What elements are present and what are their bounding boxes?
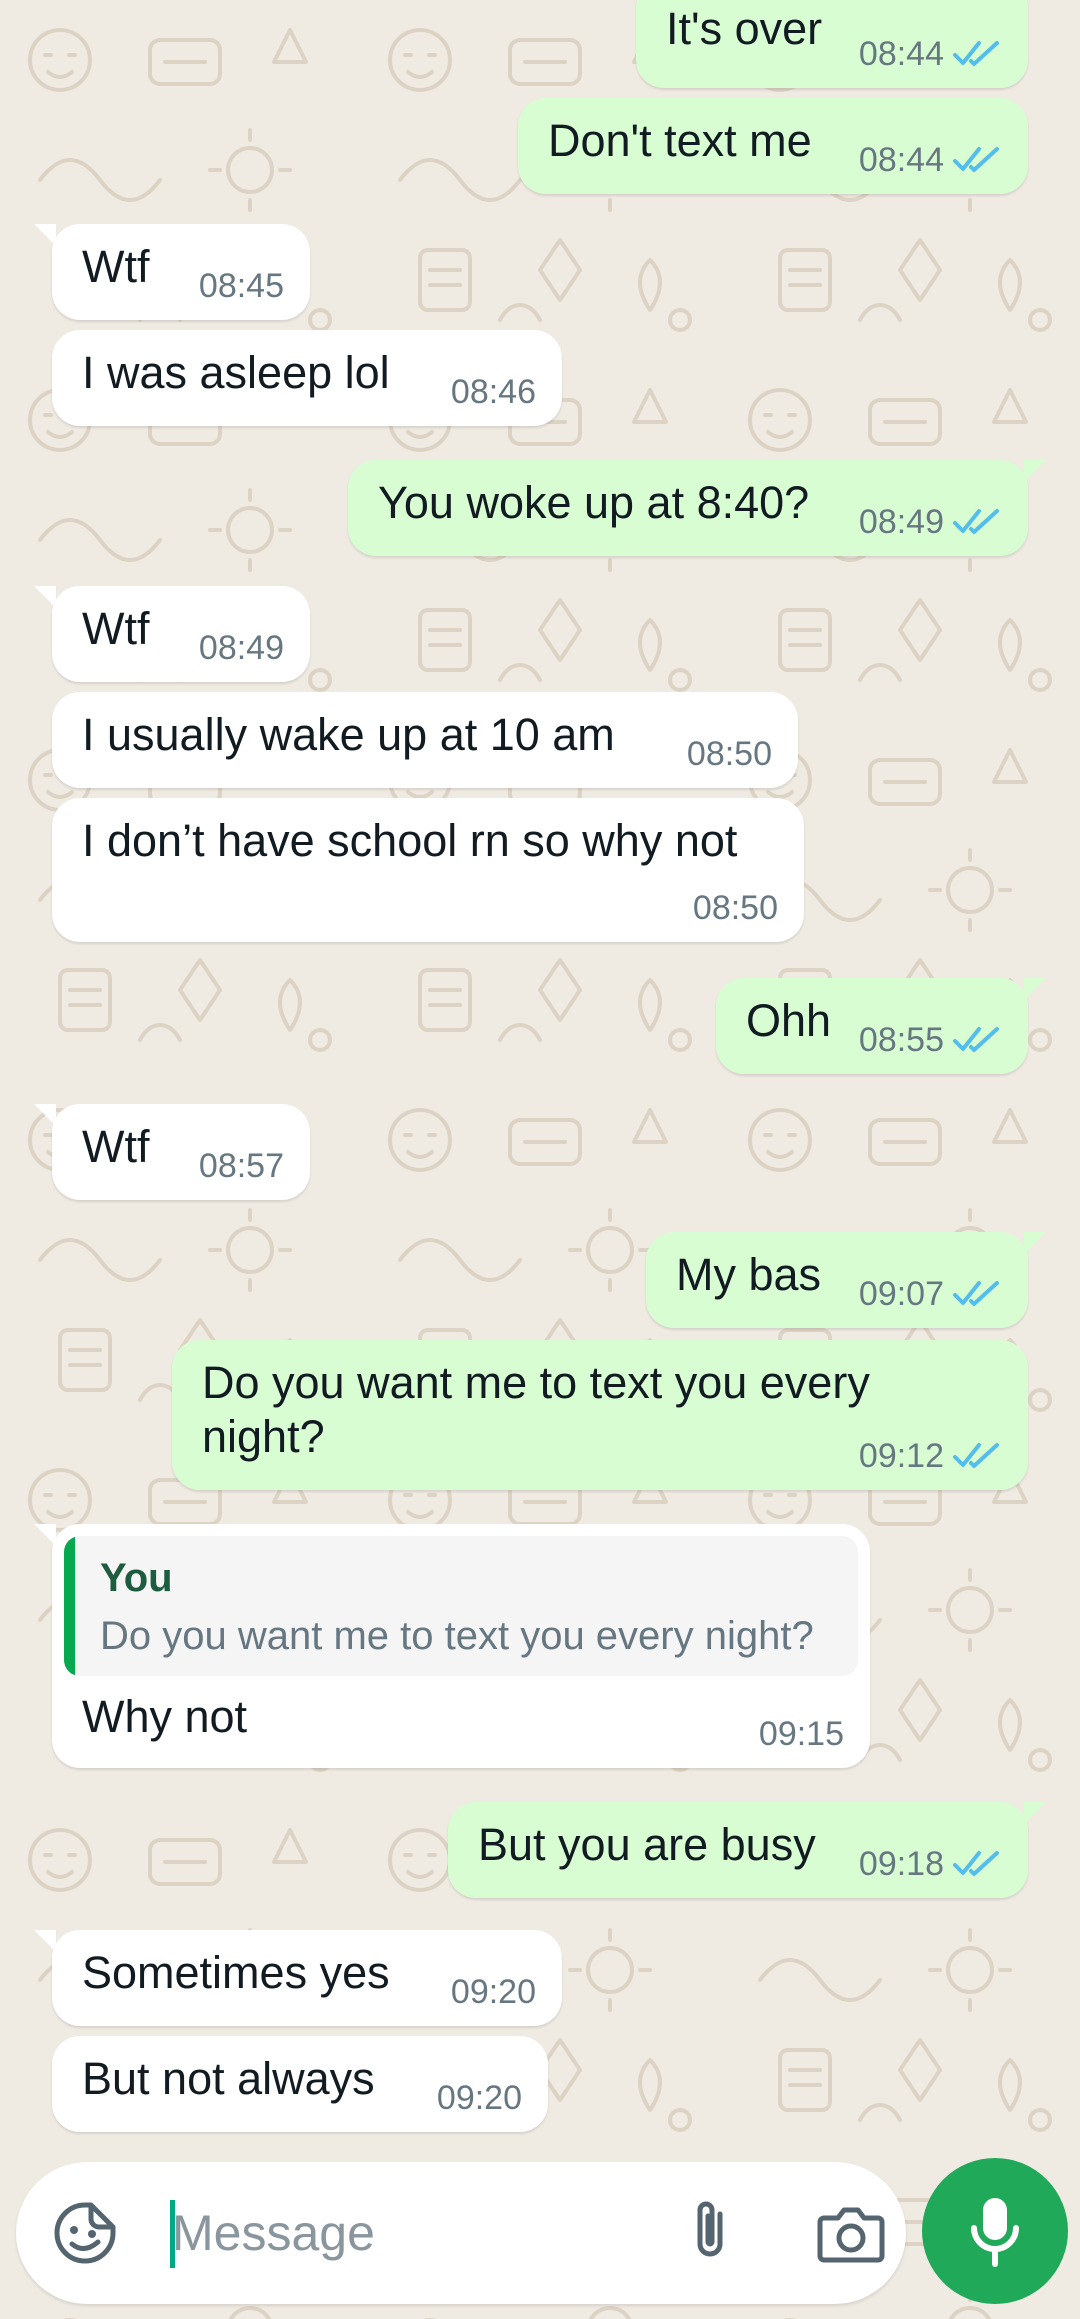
message-time: 08:45: [198, 267, 284, 305]
message-meta: 08:55: [859, 1020, 1002, 1060]
outgoing-message[interactable]: Don't text me 08:44: [518, 98, 1028, 194]
incoming-message[interactable]: I don’t have school rn so why not 08:50: [52, 798, 804, 942]
message-meta: 08:50: [687, 734, 772, 774]
incoming-message[interactable]: Wtf 08:49: [34, 586, 310, 682]
quote-text: Do you want me to text you every night?: [100, 1614, 814, 1658]
message-meta: 08:46: [451, 372, 536, 412]
message-meta: 09:20: [451, 1972, 536, 2012]
incoming-message[interactable]: Wtf 08:45: [34, 224, 310, 320]
outgoing-message[interactable]: But you are busy 09:18: [448, 1802, 1046, 1898]
message-meta: 08:44: [859, 34, 1002, 74]
message-text: You woke up at 8:40?: [378, 477, 810, 528]
read-receipt-double-tick-icon: [953, 1443, 999, 1468]
message-time: 08:44: [858, 141, 944, 179]
message-time: 08:44: [858, 35, 944, 73]
incoming-message[interactable]: But not always 09:20: [52, 2036, 548, 2132]
voice-message-button[interactable]: [922, 2158, 1068, 2304]
message-meta: 09:18: [859, 1844, 1002, 1884]
message-text: I usually wake up at 10 am: [82, 709, 615, 760]
incoming-message[interactable]: Sometimes yes 09:20: [34, 1930, 562, 2026]
message-time: 08:50: [686, 735, 772, 773]
message-meta: 08:57: [199, 1146, 284, 1186]
message-text: I don’t have school rn so why not: [82, 815, 738, 866]
message-text: My bas: [676, 1249, 822, 1300]
incoming-message-reply[interactable]: You Do you want me to text you every nig…: [34, 1524, 870, 1768]
message-time: 08:55: [858, 1021, 944, 1059]
message-time: 08:57: [198, 1147, 284, 1185]
message-input[interactable]: [172, 2192, 632, 2274]
quoted-message[interactable]: You Do you want me to text you every nig…: [64, 1536, 858, 1676]
message-time: 09:12: [858, 1437, 944, 1475]
incoming-message[interactable]: Wtf 08:57: [34, 1104, 310, 1200]
outgoing-message[interactable]: Do you want me to text you every night? …: [172, 1340, 1028, 1490]
read-receipt-double-tick-icon: [953, 147, 999, 172]
message-text: Why not: [82, 1691, 248, 1742]
microphone-icon: [971, 2198, 1019, 2267]
message-meta: 08:50: [693, 888, 778, 928]
message-text: I was asleep lol: [82, 347, 390, 398]
message-meta: 09:12: [859, 1436, 1002, 1476]
read-receipt-double-tick-icon: [953, 1851, 999, 1876]
message-text: Ohh: [746, 995, 832, 1046]
message-time: 09:07: [858, 1275, 944, 1313]
message-text: Sometimes yes: [82, 1947, 390, 1998]
conversation: It's over 08:44 Don't text me 08:44 Wtf …: [0, 0, 1080, 2150]
quote-accent-bar: [64, 1536, 75, 1676]
message-text: It's over: [666, 3, 823, 54]
message-time: 09:20: [450, 1973, 536, 2011]
message-meta: 08:49: [199, 628, 284, 668]
message-text: Don't text me: [548, 115, 812, 166]
message-time: 08:50: [692, 889, 778, 927]
message-meta: 08:49: [859, 502, 1002, 542]
quote-author: You: [100, 1556, 173, 1600]
incoming-message[interactable]: I was asleep lol 08:46: [52, 330, 562, 426]
message-time: 08:49: [858, 503, 944, 541]
outgoing-message[interactable]: My bas 09:07: [646, 1232, 1046, 1328]
message-text: Wtf: [82, 603, 150, 654]
message-meta: 08:44: [859, 140, 1002, 180]
message-meta: 09:15: [759, 1714, 844, 1754]
message-text: Do you want me to text you every night?: [202, 1357, 870, 1462]
message-text: Wtf: [82, 1121, 150, 1172]
message-composer: [16, 2162, 906, 2304]
message-meta: 08:45: [199, 266, 284, 306]
camera-icon[interactable]: [816, 2200, 886, 2266]
read-receipt-double-tick-icon: [953, 41, 999, 66]
message-time: 09:20: [436, 2079, 522, 2117]
message-text: But not always: [82, 2053, 375, 2104]
sticker-emoji-icon[interactable]: [52, 2200, 118, 2266]
paperclip-icon[interactable]: [676, 2198, 746, 2268]
message-time: 09:18: [858, 1845, 944, 1883]
message-time: 08:49: [198, 629, 284, 667]
read-receipt-double-tick-icon: [953, 1281, 999, 1306]
outgoing-message[interactable]: Ohh 08:55: [716, 978, 1046, 1074]
outgoing-message[interactable]: It's over 08:44: [636, 0, 1028, 88]
message-time: 08:46: [450, 373, 536, 411]
read-receipt-double-tick-icon: [953, 1027, 999, 1052]
message-meta: 09:07: [859, 1274, 1002, 1314]
outgoing-message[interactable]: You woke up at 8:40? 08:49: [348, 460, 1046, 556]
message-text: Wtf: [82, 241, 150, 292]
incoming-message[interactable]: I usually wake up at 10 am 08:50: [52, 692, 798, 788]
message-text: But you are busy: [478, 1819, 816, 1870]
message-meta: 09:20: [437, 2078, 522, 2118]
message-time: 09:15: [758, 1715, 844, 1753]
read-receipt-double-tick-icon: [953, 509, 999, 534]
